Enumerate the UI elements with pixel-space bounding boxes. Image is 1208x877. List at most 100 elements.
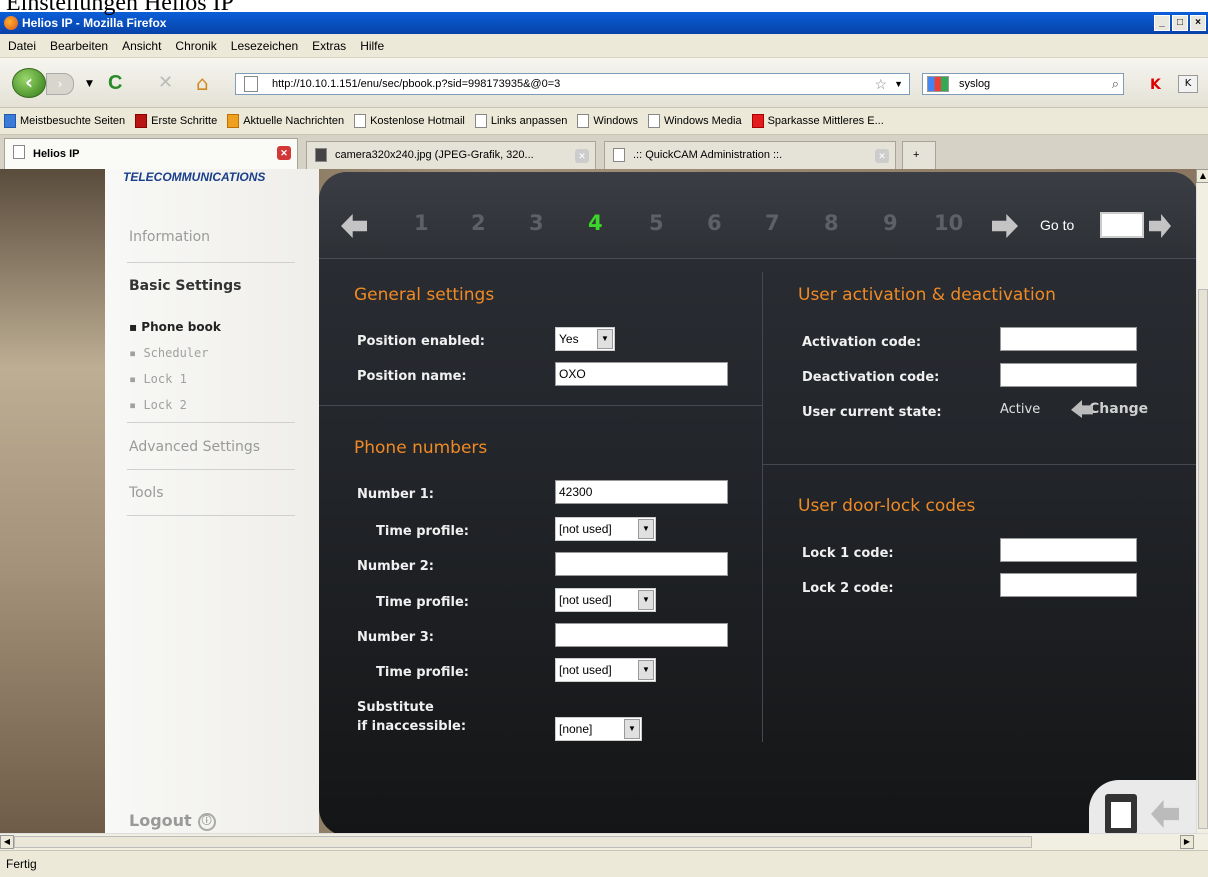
nav-advanced-settings[interactable]: Advanced Settings bbox=[129, 439, 260, 455]
bookmark-sparkasse[interactable]: Sparkasse Mittleres E... bbox=[751, 114, 884, 128]
next-page-arrow-icon[interactable] bbox=[992, 214, 1018, 238]
page-1[interactable]: 1 bbox=[414, 211, 429, 235]
menu-chronik[interactable]: Chronik bbox=[175, 39, 216, 53]
page-5[interactable]: 5 bbox=[649, 211, 664, 235]
menu-bearbeiten[interactable]: Bearbeiten bbox=[50, 39, 108, 53]
reload-button[interactable]: C bbox=[108, 73, 122, 93]
nav-lock-1[interactable]: ▪ Lock 1 bbox=[129, 372, 187, 386]
page-9[interactable]: 9 bbox=[883, 211, 898, 235]
number-3-input[interactable] bbox=[555, 623, 728, 647]
prev-page-arrow-icon[interactable] bbox=[341, 214, 367, 238]
activation-code-input[interactable] bbox=[1000, 327, 1137, 351]
close-tab-icon[interactable]: ✕ bbox=[575, 149, 589, 163]
navigation-toolbar: ‹ › ▼ C ✕ ⌂ http://10.10.1.151/enu/sec/p… bbox=[0, 58, 1208, 108]
number-2-label: Number 2: bbox=[357, 559, 434, 574]
bookmark-aktuelle-nachrichten[interactable]: Aktuelle Nachrichten bbox=[227, 114, 344, 128]
activation-heading: User activation & deactivation bbox=[798, 285, 1056, 305]
maximize-button[interactable]: □ bbox=[1172, 15, 1188, 31]
sparkasse-icon bbox=[751, 114, 764, 128]
close-tab-icon[interactable]: ✕ bbox=[875, 149, 889, 163]
bookmark-meistbesuchte[interactable]: Meistbesuchte Seiten bbox=[4, 114, 125, 128]
history-dropdown-icon[interactable]: ▼ bbox=[86, 75, 93, 93]
menu-datei[interactable]: Datei bbox=[8, 39, 36, 53]
tab-quickcam[interactable]: .:: QuickCAM Administration ::. ✕ bbox=[604, 141, 896, 169]
page-7[interactable]: 7 bbox=[765, 211, 780, 235]
number-1-input[interactable]: 42300 bbox=[555, 480, 728, 504]
page-6[interactable]: 6 bbox=[707, 211, 722, 235]
close-window-button[interactable]: × bbox=[1190, 15, 1206, 31]
stop-button[interactable]: ✕ bbox=[158, 74, 173, 92]
tab-helios-ip[interactable]: Helios IP ✕ bbox=[4, 138, 298, 169]
scroll-up-arrow-icon[interactable]: ▲ bbox=[1196, 169, 1208, 183]
settings-panel: 1 2 3 4 5 6 7 8 9 10 Go to General setti… bbox=[319, 172, 1196, 833]
bookmark-hotmail[interactable]: Kostenlose Hotmail bbox=[354, 114, 465, 128]
firefox-bookmark-icon bbox=[135, 114, 148, 128]
sidebar: TELECOMMUNICATIONS Information Basic Set… bbox=[105, 169, 319, 833]
change-state-button[interactable]: Change bbox=[1071, 400, 1148, 418]
horizontal-scrollbar[interactable]: ◀ ▶ bbox=[0, 833, 1208, 850]
addon-k-icon[interactable]: K bbox=[1150, 77, 1161, 93]
number-2-input[interactable] bbox=[555, 552, 728, 576]
bookmark-windows-media[interactable]: Windows Media bbox=[647, 114, 742, 128]
nav-information[interactable]: Information bbox=[129, 229, 210, 245]
vertical-scrollbar[interactable]: ▲ bbox=[1196, 169, 1208, 833]
search-icon[interactable]: ⌕ bbox=[1112, 74, 1119, 94]
position-name-input[interactable]: OXO bbox=[555, 362, 728, 386]
nav-lock-2[interactable]: ▪ Lock 2 bbox=[129, 398, 187, 412]
page-3[interactable]: 3 bbox=[529, 211, 544, 235]
url-bar[interactable]: http://10.10.1.151/enu/sec/pbook.p?sid=9… bbox=[235, 73, 910, 95]
tab-camera[interactable]: camera320x240.jpg (JPEG-Grafik, 320... ✕ bbox=[306, 141, 596, 169]
position-enabled-select[interactable]: Yes ▼ bbox=[555, 327, 615, 351]
save-icon[interactable] bbox=[1105, 794, 1137, 833]
back-button[interactable]: ‹ bbox=[12, 68, 46, 98]
google-search-engine-icon[interactable] bbox=[927, 76, 949, 92]
bookmarks-toolbar: Meistbesuchte Seiten Erste Schritte Aktu… bbox=[0, 108, 1208, 135]
vertical-scroll-thumb[interactable] bbox=[1198, 289, 1208, 829]
minimize-button[interactable]: _ bbox=[1154, 15, 1170, 31]
time-profile-2-select[interactable]: [not used] ▼ bbox=[555, 588, 656, 612]
close-tab-icon[interactable]: ✕ bbox=[277, 146, 291, 160]
horizontal-scroll-thumb[interactable] bbox=[14, 836, 1032, 848]
scroll-left-arrow-icon[interactable]: ◀ bbox=[0, 835, 14, 849]
menu-bar: Datei Bearbeiten Ansicht Chronik Lesezei… bbox=[0, 34, 1208, 58]
bookmark-windows[interactable]: Windows bbox=[577, 114, 638, 128]
bookmark-erste-schritte[interactable]: Erste Schritte bbox=[135, 114, 217, 128]
bookmark-links-anpassen[interactable]: Links anpassen bbox=[474, 114, 567, 128]
nav-basic-settings[interactable]: Basic Settings bbox=[129, 278, 242, 294]
time-profile-1-select[interactable]: [not used] ▼ bbox=[555, 517, 656, 541]
back-arrow-icon[interactable] bbox=[1151, 800, 1179, 828]
logout-button[interactable]: Logout ⓘ bbox=[129, 811, 216, 831]
addon-k-box-icon[interactable]: K bbox=[1178, 75, 1198, 93]
lock-2-code-input[interactable] bbox=[1000, 573, 1137, 597]
deactivation-code-input[interactable] bbox=[1000, 363, 1137, 387]
goto-arrow-icon[interactable] bbox=[1149, 214, 1171, 238]
menu-ansicht[interactable]: Ansicht bbox=[122, 39, 161, 53]
activation-code-label: Activation code: bbox=[802, 335, 922, 350]
forward-button[interactable]: › bbox=[46, 73, 74, 95]
lock-1-code-label: Lock 1 code: bbox=[802, 546, 894, 561]
nav-tools[interactable]: Tools bbox=[129, 485, 164, 501]
menu-hilfe[interactable]: Hilfe bbox=[360, 39, 384, 53]
nav-phone-book[interactable]: ▪ Phone book bbox=[129, 320, 221, 334]
lock-1-code-input[interactable] bbox=[1000, 538, 1137, 562]
time-profile-3-label: Time profile: bbox=[376, 665, 469, 680]
scroll-right-arrow-icon[interactable]: ▶ bbox=[1180, 835, 1194, 849]
nav-scheduler[interactable]: ▪ Scheduler bbox=[129, 346, 208, 360]
substitute-select[interactable]: [none] ▼ bbox=[555, 717, 642, 741]
menu-lesezeichen[interactable]: Lesezeichen bbox=[231, 39, 298, 53]
page-4-current[interactable]: 4 bbox=[588, 211, 603, 235]
page-8[interactable]: 8 bbox=[824, 211, 839, 235]
new-tab-button[interactable]: + bbox=[902, 141, 936, 169]
goto-label: Go to bbox=[1040, 217, 1075, 233]
page-2[interactable]: 2 bbox=[471, 211, 486, 235]
url-dropdown-icon[interactable]: ▼ bbox=[894, 74, 903, 94]
firefox-logo-icon bbox=[4, 16, 18, 30]
search-input[interactable]: syslog bbox=[959, 78, 990, 90]
goto-page-input[interactable] bbox=[1100, 212, 1144, 238]
bookmark-star-icon[interactable]: ☆ bbox=[874, 74, 887, 94]
time-profile-3-select[interactable]: [not used] ▼ bbox=[555, 658, 656, 682]
page-10[interactable]: 10 bbox=[934, 211, 963, 235]
search-bar[interactable]: syslog ⌕ bbox=[922, 73, 1124, 95]
menu-extras[interactable]: Extras bbox=[312, 39, 346, 53]
home-button[interactable]: ⌂ bbox=[196, 73, 209, 93]
